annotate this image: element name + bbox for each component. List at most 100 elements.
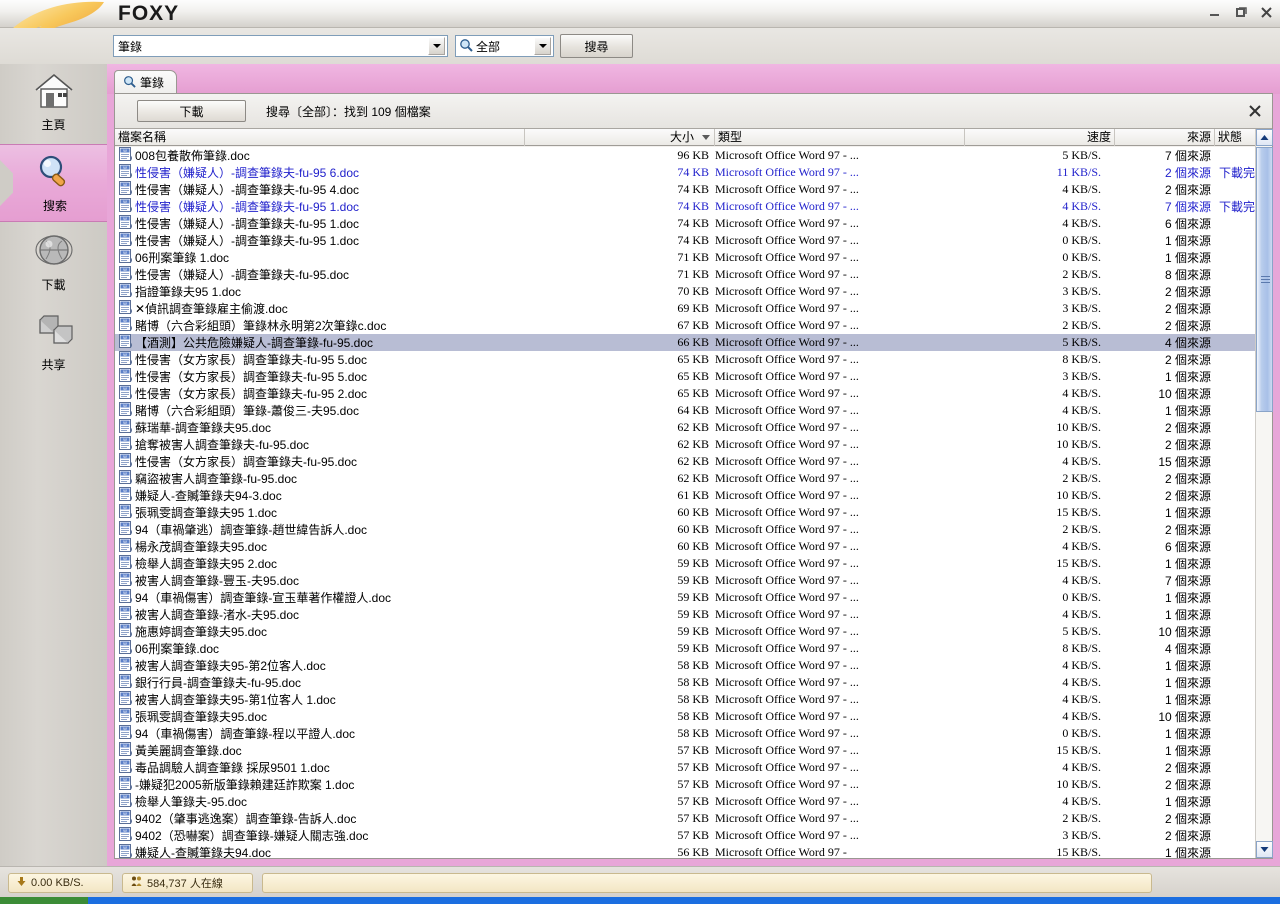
table-row[interactable]: W 蘇瑞華-調查筆錄夫95.doc 62 KB Microsoft Office Wo… — [115, 419, 1272, 436]
table-row[interactable]: W 檢舉人筆錄夫-95.doc 57 KB Microsoft Office Word… — [115, 793, 1272, 810]
table-row[interactable]: W 性侵害（嫌疑人）-調查筆錄夫-fu-95 6.doc 74 KB Microsof… — [115, 164, 1272, 181]
table-row[interactable]: W 性侵害（女方家長）調查筆錄夫-fu-95 2.doc 65 KB Microsof… — [115, 385, 1272, 402]
svg-text:W: W — [123, 505, 127, 510]
table-row[interactable]: W 性侵害（女方家長）調查筆錄夫-fu-95.doc 62 KB Microsoft … — [115, 453, 1272, 470]
sidebar-item-label: 下載 — [41, 278, 66, 292]
svg-text:W: W — [123, 437, 127, 442]
column-header-size[interactable]: 大小 — [525, 129, 715, 146]
file-speed-cell: 4 KB/S. — [1062, 199, 1101, 213]
table-row[interactable]: W 嫌疑人-查贓筆錄夫94-3.doc 61 KB Microsoft Office … — [115, 487, 1272, 504]
file-size-cell: 67 KB — [677, 318, 709, 332]
list-body[interactable]: W 008包養散佈筆錄.doc 96 KB Microsoft Office Word… — [115, 147, 1272, 858]
table-row[interactable]: W 被害人調查筆錄夫95-第1位客人 1.doc 58 KB Microsoft Of… — [115, 691, 1272, 708]
table-row[interactable]: W 94（車禍肇逃）調查筆錄-趙世緯告訴人.doc 60 KB Microsoft O… — [115, 521, 1272, 538]
file-name-text: 檢舉人調查筆錄夫95 2.doc — [135, 557, 278, 571]
table-row[interactable]: W -嫌疑犯2005新版筆錄賴建廷詐欺案 1.doc 57 KB Microsoft … — [115, 776, 1272, 793]
search-status-text: 搜尋〔全部〕：找到 109 個檔案 — [266, 104, 431, 119]
restore-icon[interactable] — [1232, 4, 1248, 20]
table-row[interactable]: W 張珮雯調查筆錄夫95.doc 58 KB Microsoft Office Wor… — [115, 708, 1272, 725]
file-name-cell: W 賭博（六合彩組頭）筆錄-蕭俊三-夫95.doc — [115, 402, 525, 419]
file-name-text: 【酒測】公共危險嫌疑人-調查筆錄-fu-95.doc — [135, 336, 374, 350]
download-button[interactable]: 下載 — [137, 100, 246, 122]
file-type-cell: Microsoft Office Word 97 - ... — [715, 284, 859, 298]
search-input[interactable]: 筆錄 — [113, 35, 448, 57]
title-bar: FOXY — [0, 0, 1280, 53]
file-size-cell: 57 KB — [677, 777, 709, 791]
table-row[interactable]: W 張珮雯調查筆錄夫95 1.doc 60 KB Microsoft Office W… — [115, 504, 1272, 521]
table-row[interactable]: W 黃美麗調查筆錄.doc 57 KB Microsoft Office Word 9… — [115, 742, 1272, 759]
word-document-icon: W — [119, 317, 132, 334]
table-row[interactable]: W 008包養散佈筆錄.doc 96 KB Microsoft Office Word… — [115, 147, 1272, 164]
file-source-cell: 1 個來源 — [1164, 795, 1211, 809]
list-header: 檔案名稱 大小 類型 速度 來源 狀態 — [115, 129, 1272, 146]
table-row[interactable]: W 性侵害（嫌疑人）-調查筆錄夫-fu-95 1.doc 74 KB Microsof… — [115, 232, 1272, 249]
table-row[interactable]: W 毒品調驗人調查筆錄 採尿9501 1.doc 57 KB Microsoft Of… — [115, 759, 1272, 776]
file-name-text: ✕偵訊調查筆錄雇主偷渡.doc — [135, 302, 288, 316]
table-row[interactable]: W 性侵害（嫌疑人）-調查筆錄夫-fu-95.doc 71 KB Microsoft … — [115, 266, 1272, 283]
table-row[interactable]: W 被害人調查筆錄夫95-第2位客人.doc 58 KB Microsoft Offi… — [115, 657, 1272, 674]
filter-dropdown-icon[interactable] — [534, 37, 551, 55]
sidebar-item-home[interactable]: 主頁 — [0, 64, 107, 142]
table-row[interactable]: W 賭博（六合彩組頭）筆錄-蕭俊三-夫95.doc 64 KB Microsoft O… — [115, 402, 1272, 419]
column-header-source[interactable]: 來源 — [1115, 129, 1215, 146]
sidebar-item-download[interactable]: 下載 — [0, 224, 107, 302]
table-row[interactable]: W 搶奪被害人調查筆錄夫-fu-95.doc 62 KB Microsoft Offi… — [115, 436, 1272, 453]
file-name-text: 毒品調驗人調查筆錄 採尿9501 1.doc — [135, 761, 330, 775]
svg-text:W: W — [123, 182, 127, 187]
table-row[interactable]: W 楊永茂調查筆錄夫95.doc 60 KB Microsoft Office Wor… — [115, 538, 1272, 555]
table-row[interactable]: W 施惠婷調查筆錄夫95.doc 59 KB Microsoft Office Wor… — [115, 623, 1272, 640]
sidebar-item-search[interactable]: 搜索 — [0, 144, 110, 222]
svg-text:W: W — [123, 301, 127, 306]
table-row[interactable]: W 性侵害（女方家長）調查筆錄夫-fu-95 5.doc 65 KB Microsof… — [115, 368, 1272, 385]
tab-search-results[interactable]: 筆錄 — [114, 70, 178, 94]
table-row[interactable]: W 94（車禍傷害）調查筆錄-宣玉華著作權證人.doc 59 KB Microsoft… — [115, 589, 1272, 606]
scroll-up-icon[interactable] — [1256, 129, 1273, 146]
table-row[interactable]: W 性侵害（嫌疑人）-調查筆錄夫-fu-95 1.doc 74 KB Microsof… — [115, 215, 1272, 232]
table-row[interactable]: W 06刑案筆錄.doc 59 KB Microsoft Office Word 97… — [115, 640, 1272, 657]
column-header-type[interactable]: 類型 — [715, 129, 965, 146]
file-type-cell: Microsoft Office Word 97 - ... — [715, 794, 859, 808]
table-row[interactable]: W 性侵害（女方家長）調查筆錄夫-fu-95 5.doc 65 KB Microsof… — [115, 351, 1272, 368]
vertical-scrollbar[interactable] — [1255, 129, 1273, 858]
table-row[interactable]: W 檢舉人調查筆錄夫95 2.doc 59 KB Microsoft Office W… — [115, 555, 1272, 572]
table-row[interactable]: W 9402（恐嚇案）調查筆錄-嫌疑人關志強.doc 57 KB Microsoft … — [115, 827, 1272, 844]
table-row[interactable]: W 性侵害（嫌疑人）-調查筆錄夫-fu-95 1.doc 74 KB Microsof… — [115, 198, 1272, 215]
table-row[interactable]: W 06刑案筆錄 1.doc 71 KB Microsoft Office Word … — [115, 249, 1272, 266]
close-tab-icon[interactable] — [1246, 102, 1264, 120]
table-row[interactable]: W 銀行行員-調查筆錄夫-fu-95.doc 58 KB Microsoft Offi… — [115, 674, 1272, 691]
file-name-cell: W 黃美麗調查筆錄.doc — [115, 742, 525, 759]
table-row[interactable]: W 嫌疑人-查贓筆錄夫94.doc 56 KB Microsoft Office Wo… — [115, 844, 1272, 858]
table-row[interactable]: W 指證筆錄夫95 1.doc 70 KB Microsoft Office Word… — [115, 283, 1272, 300]
word-document-icon: W — [119, 232, 132, 249]
word-document-icon: W — [119, 572, 132, 589]
file-name-cell: W 嫌疑人-查贓筆錄夫94.doc — [115, 844, 525, 858]
file-type-cell: Microsoft Office Word 97 - ... — [715, 216, 859, 230]
table-row[interactable]: W 94（車禍傷害）調查筆錄-程以平證人.doc 58 KB Microsoft Of… — [115, 725, 1272, 742]
file-source-cell: 2 個來源 — [1164, 829, 1211, 843]
column-header-speed[interactable]: 速度 — [965, 129, 1115, 146]
scrollbar-thumb[interactable] — [1256, 147, 1273, 412]
search-history-dropdown-icon[interactable] — [428, 37, 445, 55]
file-source-cell: 1 個來源 — [1164, 591, 1211, 605]
search-button[interactable]: 搜尋 — [560, 34, 633, 58]
file-name-cell: W 嫌疑人-查贓筆錄夫94-3.doc — [115, 487, 525, 504]
start-button[interactable] — [0, 897, 88, 904]
file-source-cell: 1 個來源 — [1164, 506, 1211, 520]
table-row[interactable]: W 性侵害（嫌疑人）-調查筆錄夫-fu-95 4.doc 74 KB Microsof… — [115, 181, 1272, 198]
table-row[interactable]: W 被害人調查筆錄-渚水-夫95.doc 59 KB Microsoft Office… — [115, 606, 1272, 623]
table-row[interactable]: W 9402（肇事逃逸案）調查筆錄-告訴人.doc 57 KB Microsoft O… — [115, 810, 1272, 827]
filter-select[interactable]: 全部 — [455, 35, 554, 57]
sidebar-item-share[interactable]: 共享 — [0, 304, 107, 382]
column-header-name[interactable]: 檔案名稱 — [115, 129, 525, 146]
file-name-cell: W -嫌疑犯2005新版筆錄賴建廷詐欺案 1.doc — [115, 776, 525, 793]
table-row[interactable]: W 竊盜被害人調查筆錄-fu-95.doc 62 KB Microsoft Offic… — [115, 470, 1272, 487]
scroll-down-icon[interactable] — [1256, 841, 1273, 858]
table-row[interactable]: W 被害人調查筆錄-豐玉-夫95.doc 59 KB Microsoft Office… — [115, 572, 1272, 589]
file-source-cell: 1 個來源 — [1164, 608, 1211, 622]
table-row[interactable]: W 賭博（六合彩組頭）筆錄林永明第2次筆錄c.doc 67 KB Microsoft … — [115, 317, 1272, 334]
minimize-icon[interactable] — [1206, 4, 1222, 20]
table-row[interactable]: W ✕偵訊調查筆錄雇主偷渡.doc 69 KB Microsoft Office Wo… — [115, 300, 1272, 317]
file-source-cell: 2 個來源 — [1164, 302, 1211, 316]
close-icon[interactable] — [1258, 4, 1274, 20]
table-row[interactable]: W 【酒測】公共危險嫌疑人-調查筆錄-fu-95.doc 66 KB Microsof… — [115, 334, 1272, 351]
